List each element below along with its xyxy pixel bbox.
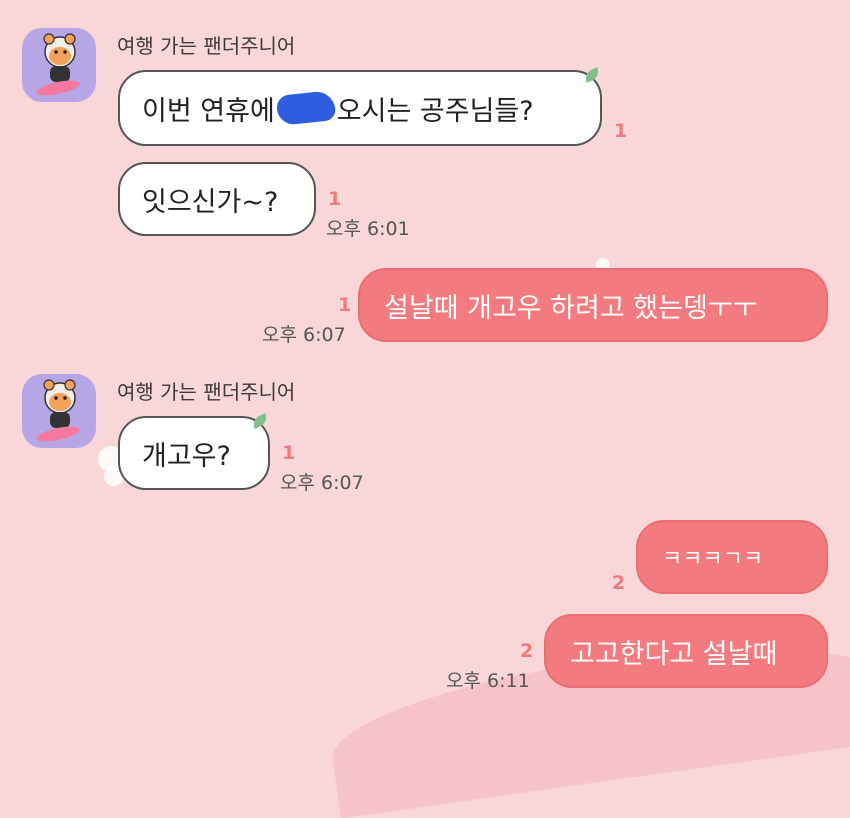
- panda-character-avatar-icon: [36, 379, 80, 442]
- message-text: 잇으신가~?: [142, 186, 279, 218]
- message-time: 오후 6:11: [446, 670, 530, 692]
- message-time: 오후 6:01: [326, 218, 410, 240]
- message-text: 이번 연휴에: [142, 95, 275, 127]
- incoming-message-bubble[interactable]: 이번 연휴에 오시는 공주님들?: [118, 70, 602, 146]
- unread-count: 1: [614, 120, 628, 142]
- sender-name: 여행 가는 팬더주니어: [117, 380, 296, 404]
- redaction-scribble-icon: [275, 90, 337, 126]
- panda-character-avatar-icon: [36, 33, 80, 96]
- message-text: 설날때 개고우 하려고 했는뎅ㅜㅜ: [384, 292, 758, 324]
- sender-avatar[interactable]: [22, 28, 96, 102]
- unread-count: 1: [282, 442, 296, 464]
- outgoing-message-bubble[interactable]: 고고한다고 설날때: [544, 614, 828, 688]
- message-time: 오후 6:07: [262, 324, 346, 346]
- sender-name: 여행 가는 팬더주니어: [117, 34, 296, 58]
- unread-count: 2: [612, 572, 626, 594]
- unread-count: 1: [338, 294, 352, 316]
- message-text: ㅋㅋㅋㄱㅋ: [662, 547, 764, 572]
- message-text: 오시는 공주님들?: [336, 95, 534, 127]
- unread-count: 2: [520, 640, 534, 662]
- incoming-message-bubble[interactable]: 잇으신가~?: [118, 162, 316, 236]
- message-time: 오후 6:07: [280, 472, 364, 494]
- incoming-message-bubble[interactable]: 개고우?: [118, 416, 270, 490]
- unread-count: 1: [328, 188, 342, 210]
- message-text: 개고우?: [142, 440, 231, 472]
- message-text: 고고한다고 설날때: [570, 638, 778, 670]
- sender-avatar[interactable]: [22, 374, 96, 448]
- outgoing-message-bubble[interactable]: 설날때 개고우 하려고 했는뎅ㅜㅜ: [358, 268, 828, 342]
- outgoing-message-bubble[interactable]: ㅋㅋㅋㄱㅋ: [636, 520, 828, 594]
